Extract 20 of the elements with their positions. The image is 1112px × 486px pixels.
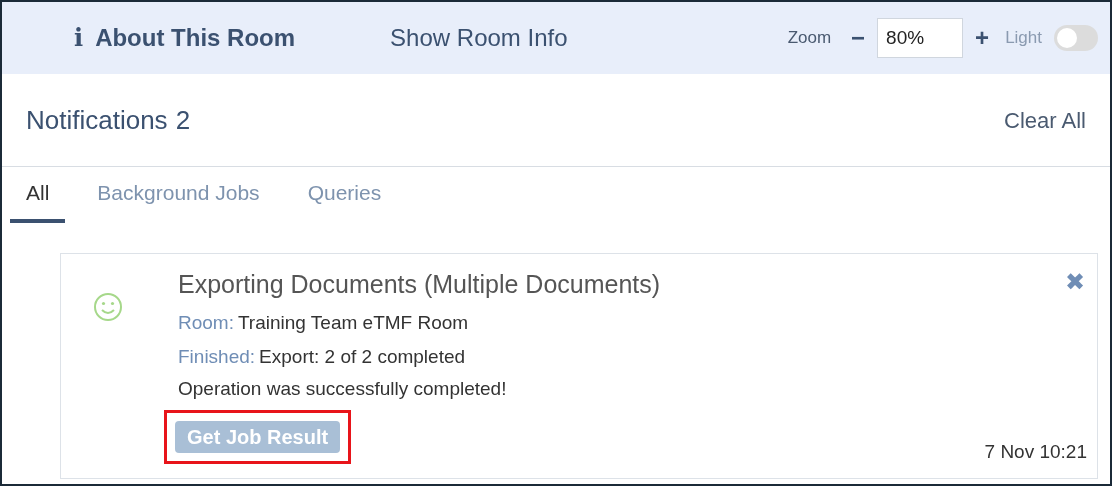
zoom-label: Zoom	[787, 27, 832, 50]
theme-label: Light	[1005, 27, 1042, 50]
smiley-icon	[92, 291, 124, 323]
show-room-info-button[interactable]: Show Room Info	[390, 20, 568, 56]
field-label: Finished:	[178, 345, 256, 369]
status-message: Operation was successfully completed!	[178, 377, 508, 401]
about-room-button[interactable]: i About This Room	[74, 20, 296, 56]
zoom-field[interactable]: 80%	[877, 18, 964, 58]
field-label: Room:	[178, 311, 234, 335]
field-value: Training Team eTMF Room	[237, 311, 469, 335]
clear-all-link[interactable]: Clear All	[1004, 103, 1086, 137]
theme-toggle[interactable]	[1054, 25, 1098, 51]
notifications-title: Notifications	[26, 103, 168, 137]
notification-time: 7 Nov 10:21	[984, 439, 1087, 464]
notification-count: 2	[175, 103, 191, 137]
field-value: Export: 2 of 2 completed	[259, 345, 466, 369]
zoom-in-button[interactable]: +	[975, 20, 990, 56]
tab[interactable]: All	[10, 167, 66, 223]
zoom-out-button[interactable]: −	[851, 20, 866, 56]
notification-title: Exporting Documents (Multiple Documents)	[178, 269, 661, 300]
